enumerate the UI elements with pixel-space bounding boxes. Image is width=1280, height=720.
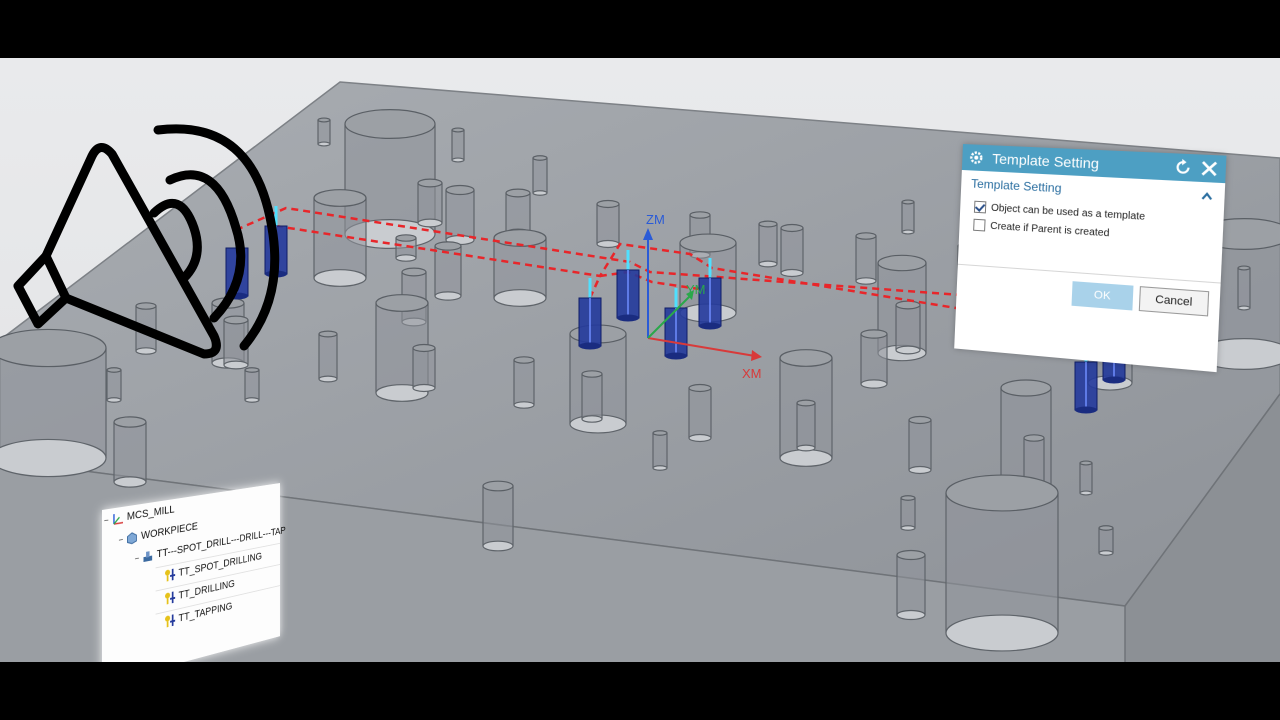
tree-node-label: MCS_MILL bbox=[126, 503, 175, 523]
hole-feature bbox=[581, 370, 603, 423]
hole-feature bbox=[451, 127, 465, 163]
tree-node-label: TT_TAPPING bbox=[178, 600, 233, 625]
parent-checkbox-label: Create if Parent is created bbox=[990, 220, 1110, 239]
hole-feature bbox=[244, 367, 260, 403]
tool-group-icon bbox=[143, 551, 153, 562]
hole-feature bbox=[901, 199, 915, 235]
y-axis-label: YM bbox=[686, 282, 706, 297]
hole-feature bbox=[317, 117, 331, 147]
hole-feature bbox=[532, 155, 548, 196]
hole-feature bbox=[758, 220, 778, 268]
chevron-up-icon[interactable] bbox=[1200, 190, 1214, 201]
hole-feature bbox=[908, 415, 932, 475]
hole-feature bbox=[1237, 265, 1251, 311]
parent-checkbox[interactable] bbox=[973, 218, 986, 232]
hole-feature bbox=[513, 356, 535, 409]
hole-feature bbox=[417, 178, 443, 228]
collapse-toggle[interactable]: − bbox=[135, 553, 140, 564]
hole-feature bbox=[113, 416, 147, 488]
drill-operation-icon bbox=[164, 613, 176, 629]
hole-feature bbox=[434, 241, 462, 301]
speaker-volume-icon[interactable] bbox=[4, 118, 294, 368]
hole-feature bbox=[900, 495, 916, 531]
hole-feature bbox=[313, 189, 367, 287]
gear-icon bbox=[968, 149, 985, 166]
hole-feature bbox=[106, 367, 122, 403]
drill-operation-icon bbox=[164, 590, 176, 606]
hole-feature bbox=[896, 549, 926, 621]
drill-operation-icon bbox=[164, 567, 176, 583]
hole-feature bbox=[482, 480, 514, 552]
template-checkbox-label: Object can be used as a template bbox=[990, 202, 1146, 223]
hole-feature bbox=[493, 229, 547, 307]
z-axis-label: ZM bbox=[646, 212, 665, 227]
letterbox-top bbox=[0, 0, 1280, 58]
template-setting-dialog: Template Setting Template Setting Object… bbox=[954, 144, 1227, 373]
collapse-toggle[interactable]: − bbox=[104, 515, 109, 526]
template-checkbox[interactable] bbox=[973, 200, 987, 214]
hole-feature bbox=[412, 343, 436, 393]
close-icon[interactable] bbox=[1199, 159, 1220, 179]
workpiece-icon bbox=[126, 530, 138, 546]
hole-feature bbox=[1079, 460, 1093, 496]
hole-feature bbox=[855, 232, 877, 285]
cancel-button[interactable]: Cancel bbox=[1138, 286, 1210, 317]
graphics-viewport[interactable]: ZM XM YM − MCS_MILL − WORKPIECE − TT---S… bbox=[0, 58, 1280, 662]
hole-feature bbox=[860, 329, 888, 389]
hole-feature bbox=[945, 474, 1059, 652]
hole-feature bbox=[688, 383, 712, 443]
hole-feature bbox=[318, 330, 338, 383]
reset-icon[interactable] bbox=[1173, 158, 1193, 178]
hole-feature bbox=[1098, 525, 1114, 556]
template-setting-section: Template Setting Object can be used as a… bbox=[959, 170, 1225, 247]
hole-feature bbox=[652, 430, 668, 471]
section-header[interactable]: Template Setting bbox=[971, 176, 1214, 203]
collapse-toggle[interactable]: − bbox=[119, 534, 124, 545]
hole-feature bbox=[796, 399, 816, 452]
hole-feature bbox=[596, 199, 620, 249]
tree-node-label: WORKPIECE bbox=[141, 520, 198, 543]
operation-navigator: − MCS_MILL − WORKPIECE − TT---SPOT_DRILL… bbox=[102, 483, 286, 662]
letterbox-bottom bbox=[0, 662, 1280, 720]
ok-button[interactable]: OK bbox=[1071, 281, 1134, 311]
hole-feature bbox=[895, 300, 921, 355]
dialog-title: Template Setting bbox=[991, 150, 1100, 172]
hole-feature bbox=[780, 223, 804, 278]
mcs-icon bbox=[111, 511, 124, 527]
section-label: Template Setting bbox=[970, 176, 1062, 196]
x-axis-label: XM bbox=[742, 366, 762, 381]
